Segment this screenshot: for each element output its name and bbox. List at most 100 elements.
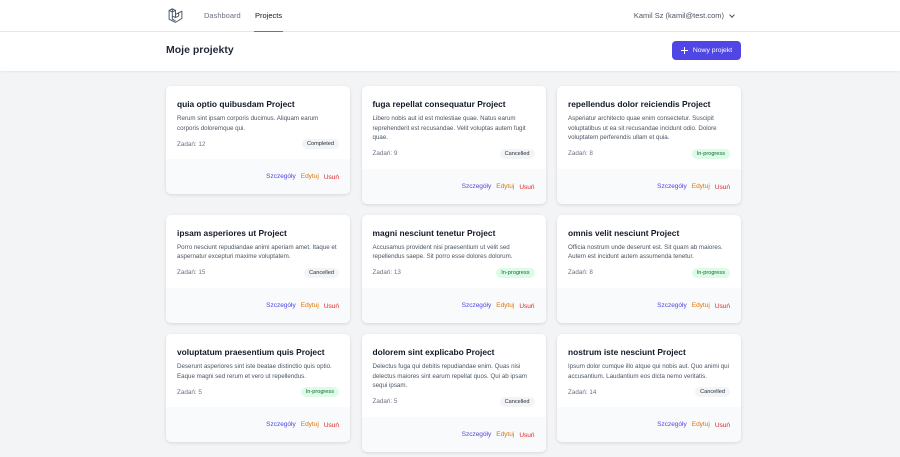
new-project-label: Nowy projekt xyxy=(692,47,733,54)
project-card: magni nesciunt tenetur Project Accusamus… xyxy=(361,214,546,323)
details-link[interactable]: Szczegóły xyxy=(657,302,687,309)
project-card: omnis velit nesciunt Project Officia nos… xyxy=(557,214,741,323)
status-badge: Cancelled xyxy=(304,267,339,278)
project-description: Libero nobis aut id est molestiae quae. … xyxy=(372,115,526,142)
task-count: Zadań: 12 xyxy=(177,140,206,148)
task-count: Zadań: 8 xyxy=(568,269,593,277)
project-card: repellendus dolor reiciendis Project Asp… xyxy=(557,86,741,204)
project-card-actions: Szczegóły Edytuj Usuń xyxy=(166,159,350,195)
edit-link[interactable]: Edytuj xyxy=(692,183,710,190)
project-description: Deserunt asperiores sint iste beatae dis… xyxy=(177,362,332,380)
project-description: Accusamus provident nisi praesentium ut … xyxy=(372,243,513,261)
delete-link[interactable]: Usuń xyxy=(715,422,730,429)
delete-link[interactable]: Usuń xyxy=(715,303,730,310)
project-card-actions: Szczegóły Edytuj Usuń xyxy=(557,168,741,204)
status-badge: In-progress xyxy=(691,267,730,278)
project-card: ipsam asperiores ut Project Porro nesciu… xyxy=(166,214,350,323)
page-title: Moje projekty xyxy=(166,44,234,56)
edit-link[interactable]: Edytuj xyxy=(301,302,319,309)
project-meta: Zadań: 8 In-progress xyxy=(568,148,730,159)
project-meta: Zadań: 5 Cancelled xyxy=(372,396,535,407)
project-card: quia optio quibusdam Project Rerum sint … xyxy=(166,86,350,195)
project-card: nostrum iste nesciunt Project Ipsum dolo… xyxy=(557,333,741,443)
status-badge: In-progress xyxy=(691,148,730,159)
project-card-body: quia optio quibusdam Project Rerum sint … xyxy=(166,86,350,159)
project-description: Asperiatur architecto quae enim consecte… xyxy=(568,115,717,142)
delete-link[interactable]: Usuń xyxy=(519,303,534,310)
project-title: ipsam asperiores ut Project xyxy=(177,227,287,238)
project-card-body: magni nesciunt tenetur Project Accusamus… xyxy=(362,215,546,288)
project-title: magni nesciunt tenetur Project xyxy=(372,227,496,238)
project-meta: Zadań: 5 In-progress xyxy=(177,387,339,398)
projects-grid: quia optio quibusdam Project Rerum sint … xyxy=(166,86,741,452)
edit-link[interactable]: Edytuj xyxy=(692,421,710,428)
delete-link[interactable]: Usuń xyxy=(324,422,339,429)
status-badge: Completed xyxy=(301,139,339,150)
edit-link[interactable]: Edytuj xyxy=(301,173,319,180)
edit-link[interactable]: Edytuj xyxy=(496,302,514,309)
chevron-down-icon xyxy=(729,11,735,18)
nav-link-dashboard[interactable]: Dashboard xyxy=(204,0,241,32)
delete-link[interactable]: Usuń xyxy=(715,184,730,191)
details-link[interactable]: Szczegóły xyxy=(266,421,296,428)
details-link[interactable]: Szczegóły xyxy=(462,183,492,190)
delete-link[interactable]: Usuń xyxy=(324,303,339,310)
project-card-body: repellendus dolor reiciendis Project Asp… xyxy=(557,86,741,169)
delete-link[interactable]: Usuń xyxy=(519,432,534,439)
details-link[interactable]: Szczegóły xyxy=(462,431,492,438)
project-meta: Zadań: 13 In-progress xyxy=(372,267,535,278)
edit-link[interactable]: Edytuj xyxy=(496,431,514,438)
plus-icon xyxy=(680,47,688,54)
project-card-actions: Szczegóły Edytuj Usuń xyxy=(361,287,546,323)
project-card-actions: Szczegóły Edytuj Usuń xyxy=(557,407,741,443)
status-badge: Cancelled xyxy=(499,148,535,159)
project-card-body: fuga repellat consequatur Project Libero… xyxy=(362,86,546,169)
nav-link-projects[interactable]: Projects xyxy=(254,0,284,32)
edit-link[interactable]: Edytuj xyxy=(301,421,319,428)
project-card-body: voluptatum praesentium quis Project Dese… xyxy=(166,334,350,407)
details-link[interactable]: Szczegóły xyxy=(462,302,492,309)
new-project-button[interactable]: Nowy projekt xyxy=(672,41,741,60)
details-link[interactable]: Szczegóły xyxy=(266,302,296,309)
project-card-body: dolorem sint explicabo Project Delectus … xyxy=(362,334,546,417)
task-count: Zadań: 5 xyxy=(372,398,398,406)
project-meta: Zadań: 8 In-progress xyxy=(568,267,730,278)
project-title: voluptatum praesentium quis Project xyxy=(177,346,325,357)
user-menu[interactable]: Kamil Sz (kamil@test.com) xyxy=(633,0,735,32)
project-card-body: ipsam asperiores ut Project Porro nesciu… xyxy=(166,215,350,288)
project-title: quia optio quibusdam Project xyxy=(177,99,295,109)
delete-link[interactable]: Usuń xyxy=(519,184,534,191)
project-card: dolorem sint explicabo Project Delectus … xyxy=(361,333,546,452)
project-card-body: nostrum iste nesciunt Project Ipsum dolo… xyxy=(557,334,741,407)
details-link[interactable]: Szczegóły xyxy=(657,183,687,190)
project-card-actions: Szczegóły Edytuj Usuń xyxy=(361,168,546,204)
project-card-actions: Szczegóły Edytuj Usuń xyxy=(166,407,350,443)
app-logo-icon[interactable] xyxy=(167,8,184,24)
project-card-body: omnis velit nesciunt Project Officia nos… xyxy=(557,215,741,288)
project-title: repellendus dolor reiciendis Project xyxy=(568,99,711,109)
project-card: voluptatum praesentium quis Project Dese… xyxy=(166,333,350,443)
page-header: Moje projekty Nowy projekt xyxy=(0,32,900,71)
task-count: Zadań: 5 xyxy=(177,388,202,396)
edit-link[interactable]: Edytuj xyxy=(496,183,514,190)
project-description: Rerum sint ipsam corporis ducimus. Aliqu… xyxy=(177,115,319,132)
details-link[interactable]: Szczegóły xyxy=(266,173,296,180)
top-navigation: Dashboard Projects Kamil Sz (kamil@test.… xyxy=(0,0,900,32)
project-title: dolorem sint explicabo Project xyxy=(372,346,495,357)
details-link[interactable]: Szczegóły xyxy=(657,421,687,428)
edit-link[interactable]: Edytuj xyxy=(692,302,710,309)
project-title: omnis velit nesciunt Project xyxy=(568,227,680,238)
project-description: Ipsum dolor cumque illo atque qui nobis … xyxy=(568,362,729,380)
project-meta: Zadań: 12 Completed xyxy=(177,139,339,150)
task-count: Zadań: 9 xyxy=(372,150,398,158)
project-title: fuga repellat consequatur Project xyxy=(372,99,506,109)
task-count: Zadań: 13 xyxy=(372,269,401,277)
delete-link[interactable]: Usuń xyxy=(324,174,339,181)
status-badge: Cancelled xyxy=(499,396,535,407)
project-description: Delectus fuga qui debitis repudiandae en… xyxy=(372,362,527,390)
project-meta: Zadań: 14 Cancelled xyxy=(568,387,730,398)
project-description: Officia nostrum unde deserunt est. Sit q… xyxy=(568,243,723,261)
project-meta: Zadań: 15 Cancelled xyxy=(177,267,339,278)
task-count: Zadań: 14 xyxy=(568,388,597,396)
user-name: Kamil Sz (kamil@test.com) xyxy=(633,11,724,20)
